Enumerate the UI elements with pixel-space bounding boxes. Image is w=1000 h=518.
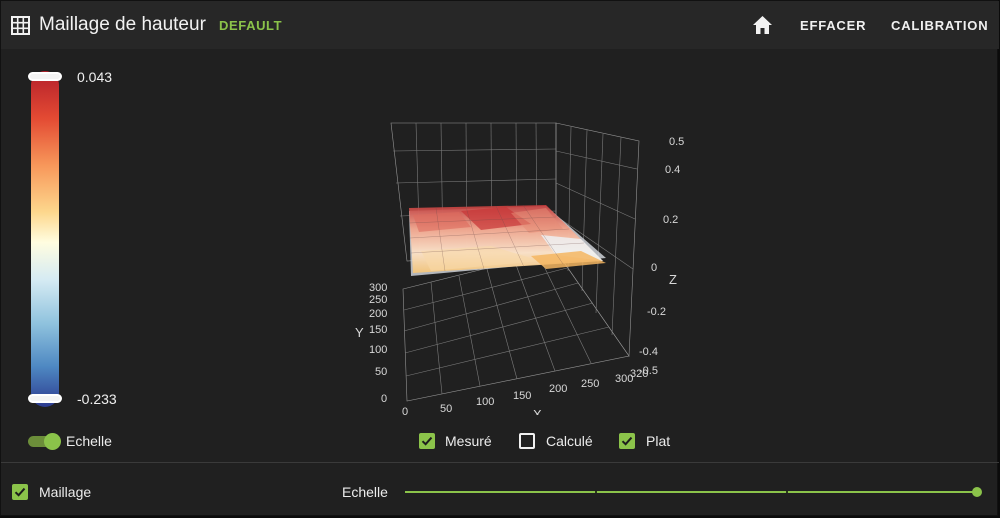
grid-icon [11, 16, 30, 35]
check-icon [421, 436, 433, 446]
clear-button[interactable]: EFFACER [800, 18, 866, 33]
scale-slider[interactable] [405, 485, 982, 499]
color-scale-min-label: -0.233 [77, 391, 117, 407]
check-icon [621, 436, 633, 446]
x-tick: 50 [440, 403, 452, 415]
z-tick: 0.5 [669, 136, 684, 148]
x-tick: 0 [402, 406, 408, 415]
y-tick: 100 [369, 344, 387, 356]
y-tick: 250 [369, 294, 387, 306]
z-tick: 0.2 [663, 214, 678, 226]
x-tick: 200 [549, 383, 567, 395]
x-axis-ticks: 0 50 100 150 200 250 300 320 [402, 368, 648, 415]
x-tick: 250 [581, 378, 599, 390]
y-tick: 300 [369, 282, 387, 294]
x-tick: 320 [630, 368, 648, 380]
home-icon[interactable] [752, 15, 773, 35]
z-tick: 0.4 [665, 164, 680, 176]
y-tick: 50 [375, 366, 387, 378]
scale-slider-track [405, 491, 977, 493]
y-tick: 200 [369, 308, 387, 320]
footer-divider [1, 462, 999, 463]
app-frame: Maillage de hauteur DEFAULT EFFACER CALI… [0, 0, 999, 516]
calibration-button[interactable]: CALIBRATION [891, 18, 988, 33]
x-axis-label: X [533, 407, 542, 415]
page-title: Maillage de hauteur [39, 14, 206, 35]
z-axis-label: Z [669, 272, 677, 287]
mesh-checkbox[interactable] [12, 484, 28, 500]
measured-surface [409, 205, 606, 273]
scale-toggle[interactable] [28, 433, 61, 450]
scale-toggle-knob [44, 433, 61, 450]
color-scale-min-handle[interactable] [28, 394, 62, 403]
computed-checkbox[interactable] [519, 433, 535, 449]
scale-slider-label: Echelle [342, 484, 388, 500]
color-scale-max-handle[interactable] [28, 72, 62, 81]
z-tick: 0 [651, 262, 657, 274]
mesh-label: Maillage [39, 484, 92, 500]
flat-checkbox[interactable] [619, 433, 635, 449]
color-scale-bar [31, 71, 59, 407]
flat-label: Plat [646, 433, 671, 449]
header-bar: Maillage de hauteur DEFAULT EFFACER CALI… [1, 1, 999, 49]
computed-label: Calculé [546, 433, 593, 449]
y-tick: 150 [369, 324, 387, 336]
scale-slider-tick [595, 491, 597, 493]
measured-checkbox[interactable] [419, 433, 435, 449]
scale-slider-tick [786, 491, 788, 493]
y-tick: 0 [381, 393, 387, 405]
z-axis-ticks: 0.5 0.4 0.2 0 -0.2 -0.4 -0.5 [639, 136, 684, 377]
color-scale-max-label: 0.043 [77, 69, 113, 85]
scale-toggle-label: Echelle [66, 433, 112, 449]
height-map-plot[interactable]: 0.5 0.4 0.2 0 -0.2 -0.4 -0.5 Z 300 250 2… [341, 111, 701, 415]
check-icon [14, 487, 26, 497]
profile-badge: DEFAULT [219, 18, 283, 33]
scale-slider-thumb[interactable] [972, 487, 982, 497]
x-tick: 100 [476, 396, 494, 408]
measured-label: Mesuré [445, 433, 492, 449]
x-tick: 150 [513, 390, 531, 402]
z-tick: -0.2 [647, 306, 666, 318]
z-tick: -0.4 [639, 346, 658, 358]
y-axis-label: Y [355, 325, 364, 340]
y-axis-ticks: 300 250 200 150 100 50 0 [369, 282, 387, 405]
